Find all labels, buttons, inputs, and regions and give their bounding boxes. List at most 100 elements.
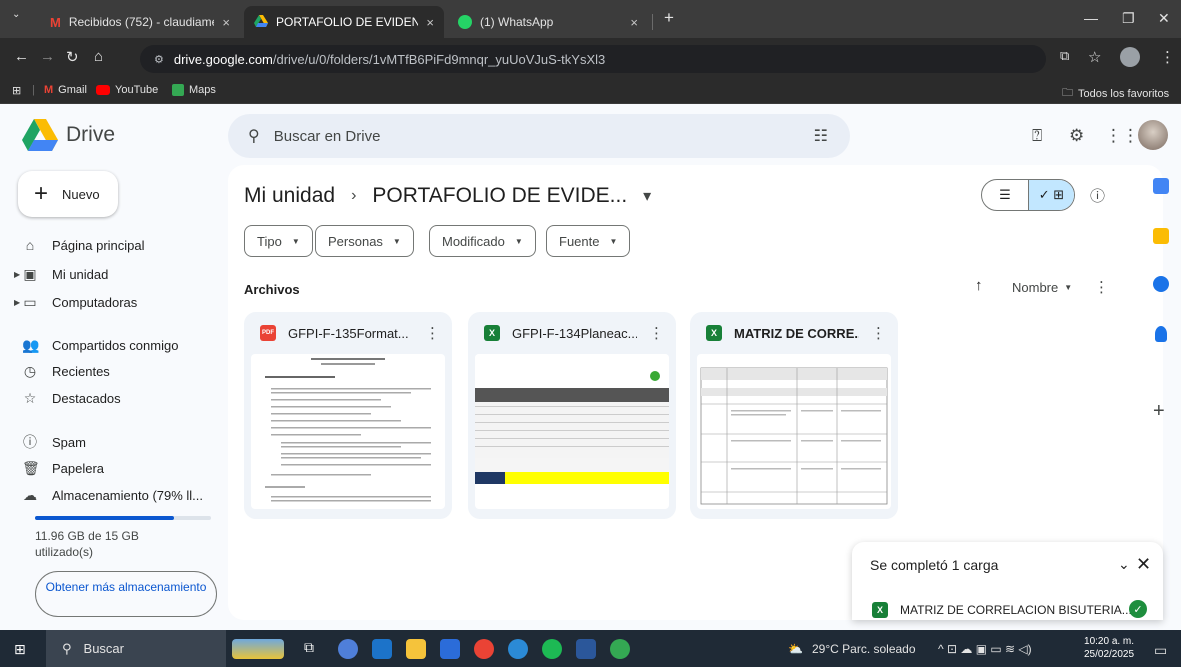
details-info-icon[interactable]: ⓘ: [1090, 185, 1105, 206]
apps-grid-icon[interactable]: ⊞: [12, 84, 21, 97]
store-icon[interactable]: [440, 639, 460, 659]
tab-close-icon[interactable]: ×: [426, 15, 434, 30]
tab-whatsapp[interactable]: (1) WhatsApp ×: [448, 6, 648, 38]
file-card[interactable]: X GFPI-F-134Planeac... ⋮: [468, 312, 676, 519]
filter-type[interactable]: Tipo ▼: [244, 225, 313, 257]
search-options-icon[interactable]: ☷: [814, 126, 828, 146]
filter-modified[interactable]: Modificado ▼: [429, 225, 536, 257]
back-icon[interactable]: ←: [14, 48, 29, 65]
chrome-icon[interactable]: [474, 639, 494, 659]
clock-time: 10:20 a. m.: [1084, 636, 1135, 647]
file-menu-icon[interactable]: ⋮: [649, 324, 664, 342]
sidebar-item-label: Spam: [52, 434, 86, 450]
breadcrumb-current-folder[interactable]: PORTAFOLIO DE EVIDE...: [372, 184, 627, 208]
get-more-storage-button[interactable]: Obtener más almacenamiento: [35, 571, 217, 617]
sidebar-item-recent[interactable]: ◷ Recientes: [22, 363, 110, 380]
expand-caret-icon[interactable]: ▶: [14, 270, 20, 279]
address-bar[interactable]: ⚙ drive.google.com/drive/u/0/folders/1vM…: [140, 45, 1046, 73]
filter-people[interactable]: Personas ▼: [315, 225, 414, 257]
sidebar-item-shared[interactable]: 👥 Compartidos conmigo: [22, 337, 178, 354]
tasks-icon[interactable]: [1153, 276, 1169, 292]
new-button[interactable]: + Nuevo: [18, 171, 118, 217]
file-card[interactable]: X MATRIZ DE CORRE... ⋮: [690, 312, 898, 519]
edge-icon[interactable]: [508, 639, 528, 659]
search-icon[interactable]: ⚲: [248, 126, 260, 146]
weather-text[interactable]: 29°C Parc. soleado: [812, 642, 916, 656]
restore-icon[interactable]: ❐: [1122, 10, 1135, 27]
file-explorer-icon[interactable]: [406, 639, 426, 659]
grid-view-button[interactable]: ✓ ⊞: [1027, 180, 1074, 210]
task-view-icon[interactable]: ⧉: [304, 639, 324, 659]
get-addons-icon[interactable]: +: [1153, 400, 1165, 423]
word-icon[interactable]: [576, 639, 596, 659]
taskbar-widget-image[interactable]: [232, 639, 284, 659]
file-menu-icon[interactable]: ⋮: [871, 324, 886, 342]
taskbar-search[interactable]: ⚲ Buscar: [46, 630, 226, 667]
collapse-chevron-icon[interactable]: ⌄: [1118, 556, 1130, 573]
windows-start-icon[interactable]: ⊞: [14, 641, 26, 658]
reload-icon[interactable]: ↻: [66, 48, 79, 66]
sort-direction-icon[interactable]: ↑: [975, 277, 983, 294]
notifications-icon[interactable]: ▭: [1154, 642, 1167, 659]
window-close-icon[interactable]: ✕: [1158, 10, 1170, 27]
spotify-icon[interactable]: [542, 639, 562, 659]
copilot-icon[interactable]: [338, 639, 358, 659]
sidebar-item-trash[interactable]: 🗑 Papelera: [22, 460, 104, 477]
account-avatar[interactable]: [1138, 120, 1168, 150]
folder-dropdown-icon[interactable]: ▾: [643, 186, 651, 206]
keep-icon[interactable]: [1153, 228, 1169, 244]
file-card[interactable]: PDF GFPI-F-135Format... ⋮: [244, 312, 452, 519]
weather-icon: ⛅: [788, 642, 803, 656]
settings-gear-icon[interactable]: ⚙: [1069, 126, 1084, 146]
profile-icon[interactable]: [1120, 47, 1140, 67]
uploaded-file-row[interactable]: X MATRIZ DE CORRELACION BISUTERIA....: [872, 602, 1135, 618]
sidebar-item-my-drive[interactable]: ▶ ▣ Mi unidad: [14, 266, 108, 283]
tab-gmail[interactable]: M Recibidos (752) - claudiamendo ×: [40, 6, 240, 38]
sidebar-item-home[interactable]: ⌂ Página principal: [22, 237, 145, 253]
taskbar-search-input[interactable]: Buscar: [84, 641, 124, 656]
help-icon[interactable]: ⍰: [1032, 126, 1042, 146]
list-view-button[interactable]: ☰: [982, 180, 1028, 210]
filter-source[interactable]: Fuente ▼: [546, 225, 631, 257]
bookmark-maps[interactable]: Maps: [172, 84, 216, 96]
taskbar-clock[interactable]: 10:20 a. m. 25/02/2025: [1084, 635, 1134, 661]
tray-icons[interactable]: ^ ⊡ ☁ ▣ ▭ ≋ ◁): [938, 642, 1032, 656]
bookmark-star-icon[interactable]: ☆: [1088, 48, 1101, 66]
tab-drive-folder[interactable]: PORTAFOLIO DE EVIDENCIAS D ×: [244, 6, 444, 38]
expand-caret-icon[interactable]: ▶: [14, 298, 20, 307]
sidebar-item-spam[interactable]: ⓘ Spam: [22, 432, 86, 452]
all-bookmarks[interactable]: 🗀 Todos los favoritos: [1062, 84, 1169, 103]
site-info-icon[interactable]: ⚙: [154, 53, 164, 66]
chrome-menu-icon[interactable]: ⋮: [1160, 48, 1175, 66]
chrome-profile-icon[interactable]: [610, 639, 630, 659]
bookmark-gmail[interactable]: M Gmail: [44, 84, 87, 96]
bookmark-youtube[interactable]: YouTube: [96, 84, 158, 96]
sort-by-button[interactable]: Nombre ▼: [1012, 280, 1072, 295]
tab-close-icon[interactable]: ×: [630, 15, 638, 30]
tab-search-chevron-icon[interactable]: ⌄: [12, 9, 20, 20]
whatsapp-icon: [458, 15, 472, 29]
new-tab-button[interactable]: +: [664, 8, 674, 28]
sidebar-item-starred[interactable]: ☆ Destacados: [22, 390, 121, 407]
sidebar-item-computers[interactable]: ▶ ▭ Computadoras: [14, 294, 137, 311]
search-bar[interactable]: ⚲ Buscar en Drive ☷: [228, 114, 850, 158]
minimize-icon[interactable]: —: [1084, 10, 1098, 26]
outlook-icon[interactable]: [372, 639, 392, 659]
filter-label: Modificado: [442, 233, 505, 249]
sidebar-item-storage[interactable]: ☁ Almacenamiento (79% ll...: [22, 487, 203, 504]
search-input[interactable]: Buscar en Drive: [274, 128, 381, 145]
calendar-icon[interactable]: [1153, 178, 1169, 194]
drive-logo[interactable]: Drive: [22, 119, 115, 151]
file-menu-icon[interactable]: ⋮: [425, 324, 440, 342]
close-icon[interactable]: ✕: [1136, 554, 1151, 575]
storage-bar-fill: [35, 516, 175, 520]
tab-close-icon[interactable]: ×: [222, 15, 230, 30]
more-options-icon[interactable]: ⋮: [1094, 278, 1109, 296]
apps-grid-icon[interactable]: ⋮⋮: [1105, 126, 1139, 146]
breadcrumb-my-drive[interactable]: Mi unidad: [244, 184, 335, 208]
forward-icon[interactable]: →: [40, 48, 55, 65]
home-icon[interactable]: ⌂: [94, 48, 103, 65]
contacts-icon[interactable]: [1155, 326, 1167, 342]
youtube-icon: [96, 85, 110, 95]
install-app-icon[interactable]: ⧉: [1060, 48, 1069, 64]
